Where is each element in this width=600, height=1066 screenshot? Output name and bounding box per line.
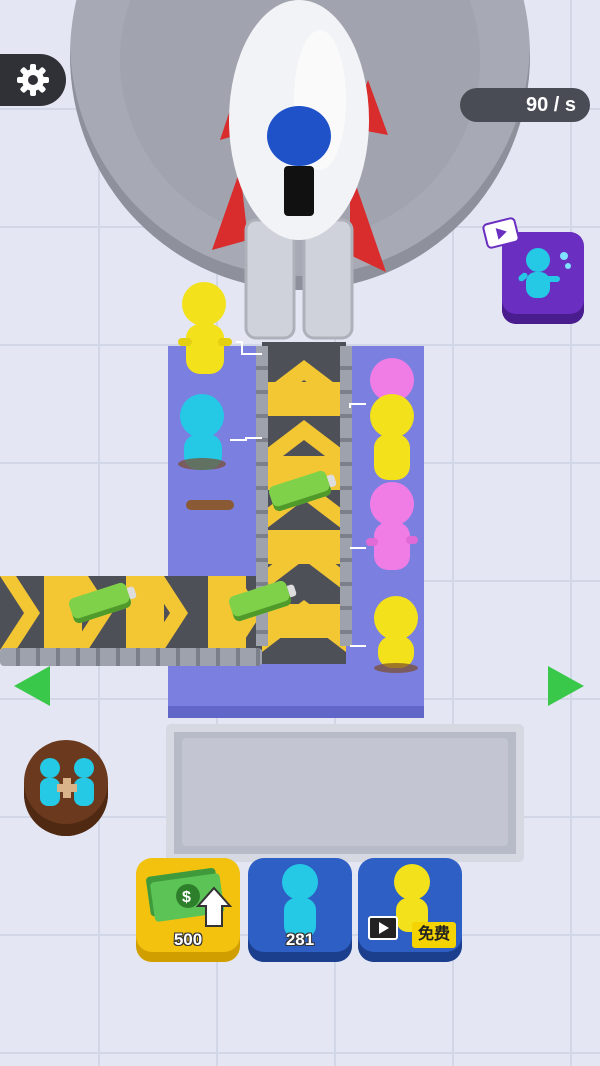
worker-yellow: [370, 394, 414, 480]
svg-text:$: $: [182, 889, 191, 906]
income-rate: 90 / s: [460, 88, 590, 122]
tired-worker-video-icon: [518, 248, 571, 298]
add-worker-cost: 281: [285, 930, 315, 949]
free-worker-button[interactable]: 免费: [358, 858, 462, 962]
merge-workers-icon: [40, 758, 94, 806]
free-label: 免费: [411, 922, 456, 948]
worker-yellow: [178, 282, 232, 374]
worker-cyan: [178, 394, 226, 470]
video-ad-icon: [368, 916, 398, 940]
cash-upgrade-icon: $: [146, 867, 233, 927]
output-tray-inner: [182, 738, 508, 846]
ad-reward-button[interactable]: [502, 232, 584, 324]
worker-yellow: [374, 596, 418, 673]
gear-icon: [17, 64, 49, 96]
arrow-left-icon[interactable]: [14, 666, 50, 706]
settings-button[interactable]: [0, 54, 66, 106]
add-worker-button[interactable]: 281: [248, 858, 352, 962]
income-rate-text: 90 / s: [525, 93, 576, 116]
worker-pink: [366, 482, 418, 570]
merge-workers-button[interactable]: [24, 740, 108, 836]
upgrade-income-button[interactable]: $ 500: [136, 858, 240, 962]
workers-group: [178, 282, 418, 673]
upgrade-income-cost: 500: [173, 930, 203, 949]
arrow-right-icon[interactable]: [548, 666, 584, 706]
